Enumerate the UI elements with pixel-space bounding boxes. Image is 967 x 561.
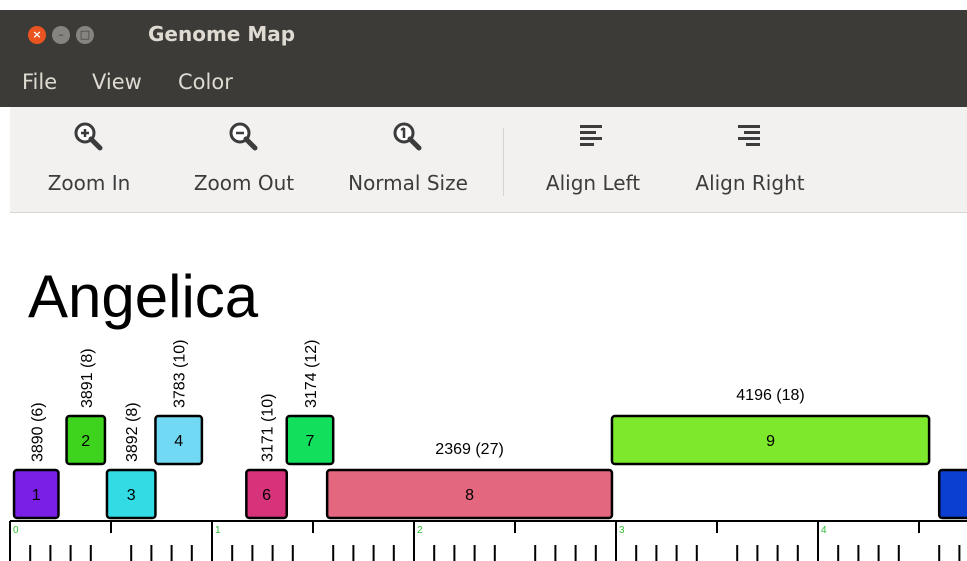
align-right-icon	[738, 125, 760, 146]
zoom-in-icon	[74, 122, 103, 151]
zoom-normal-icon	[393, 122, 422, 151]
align-left-button[interactable]: Align Left	[528, 107, 658, 207]
align-right-label: Align Right	[695, 171, 805, 195]
align-right-button[interactable]: Align Right	[680, 107, 820, 207]
normal-size-button[interactable]: Normal Size	[330, 107, 486, 207]
organism-title: Angelica	[28, 263, 259, 330]
toolbar	[10, 107, 967, 213]
title-bar	[0, 10, 967, 62]
menu-file[interactable]: File	[22, 70, 57, 94]
menu-bar	[0, 62, 967, 107]
window-minimize-button[interactable]: –	[52, 26, 70, 44]
toolbar-separator	[503, 128, 504, 196]
zoom-in-label: Zoom In	[47, 171, 131, 195]
zoom-out-label: Zoom Out	[193, 171, 295, 195]
window-close-button[interactable]: ×	[28, 26, 46, 44]
menu-color[interactable]: Color	[178, 70, 233, 94]
zoom-in-button[interactable]: Zoom In	[30, 107, 148, 207]
align-left-icon	[580, 125, 602, 146]
zoom-out-button[interactable]: Zoom Out	[180, 107, 308, 207]
normal-size-label: Normal Size	[348, 171, 468, 195]
zoom-out-icon	[229, 122, 258, 151]
menu-view[interactable]: View	[92, 70, 142, 94]
align-left-label: Align Left	[545, 171, 641, 195]
window-title: Genome Map	[148, 22, 296, 46]
window-maximize-button[interactable]: □	[76, 26, 94, 44]
